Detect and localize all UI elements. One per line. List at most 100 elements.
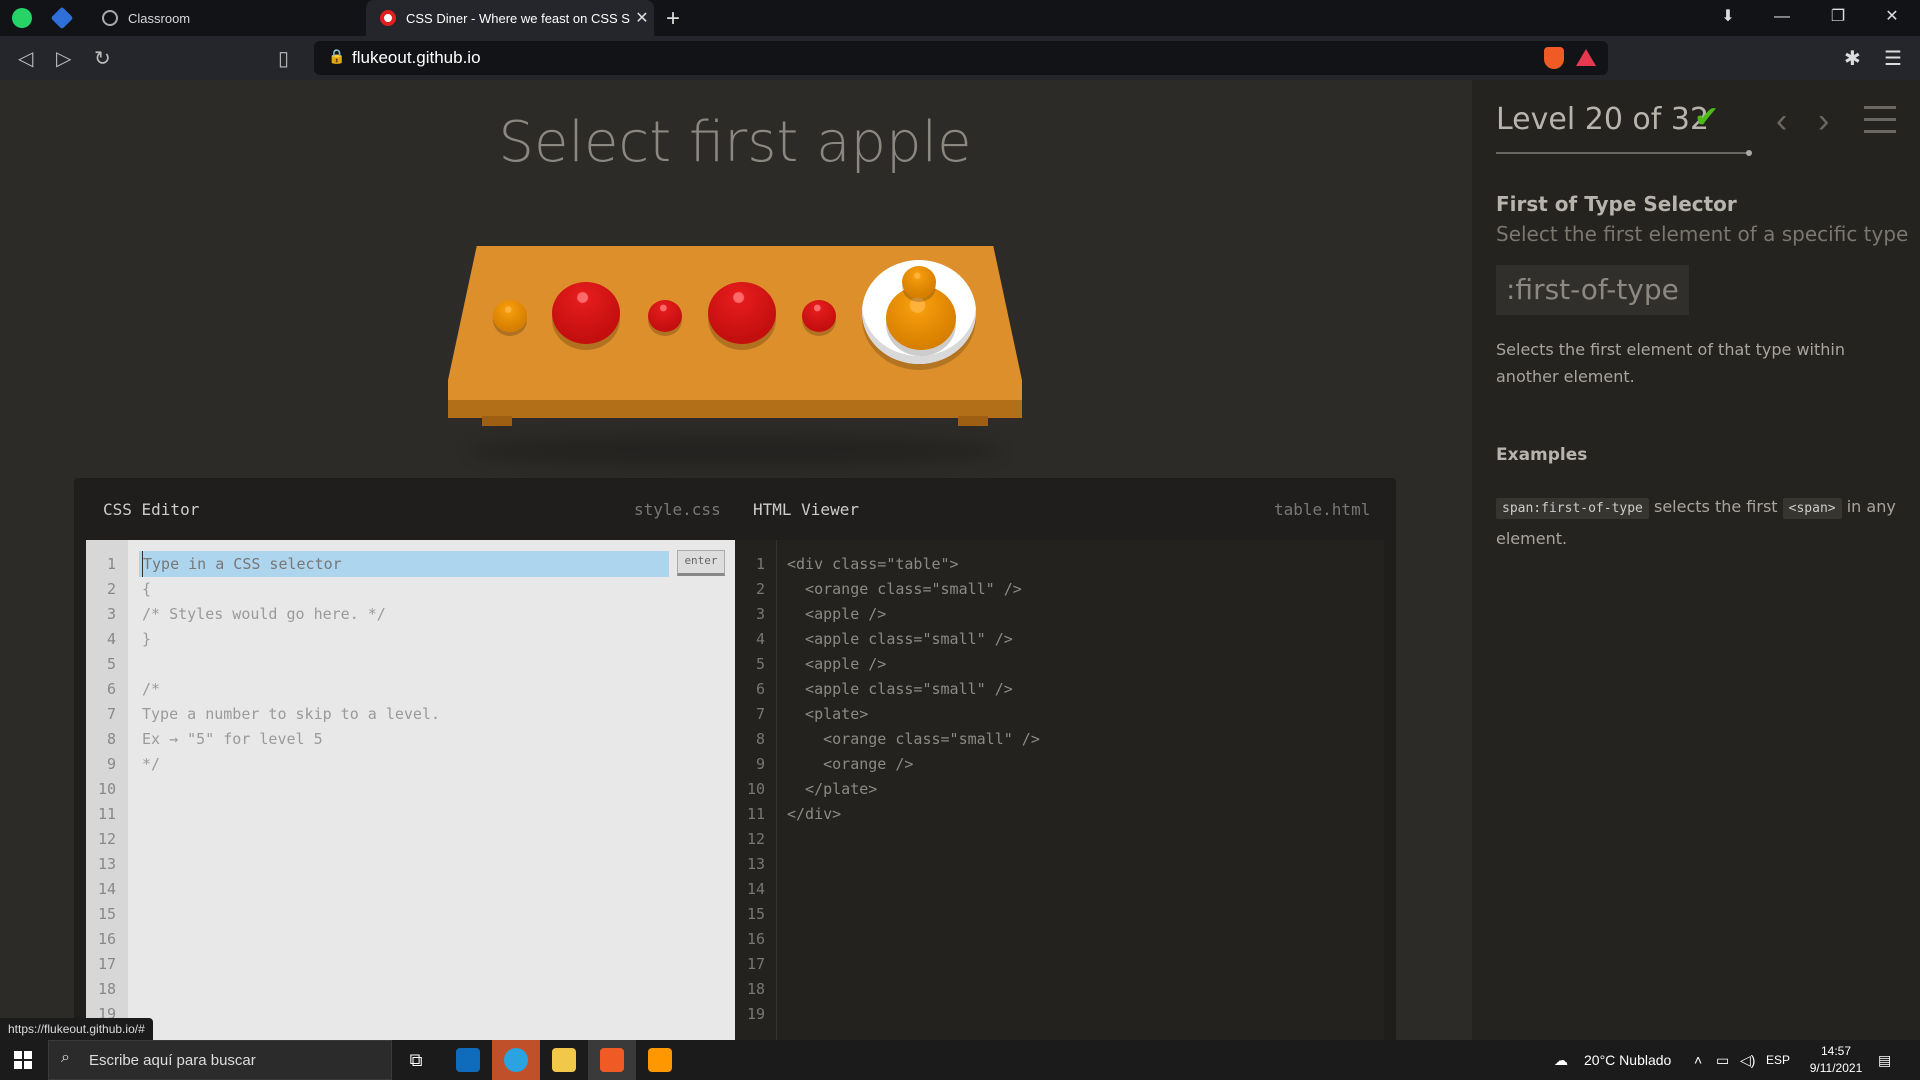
apple-small-item[interactable] <box>802 300 836 332</box>
notifications-icon[interactable]: ▤ <box>1878 1052 1891 1069</box>
back-icon[interactable]: ◁ <box>18 46 33 71</box>
new-tab-button[interactable]: + <box>666 5 680 33</box>
telegram-tile <box>504 1048 528 1072</box>
line-number: 9 <box>755 755 765 773</box>
line-number: 10 <box>746 780 765 798</box>
orange-small-item[interactable] <box>493 300 527 332</box>
browser-nav-bar: ◁ ▷ ↻ ▯ 🔒 flukeout.github.io ✱ ☰ <box>0 36 1920 80</box>
apple-small-item[interactable] <box>648 300 682 332</box>
html-line[interactable]: <div class="table"> <box>787 555 959 573</box>
volume-icon[interactable]: ◁) <box>1740 1052 1755 1069</box>
close-tab-icon[interactable]: ✕ <box>630 8 654 28</box>
css-diner-icon <box>380 10 396 26</box>
whatsapp-icon[interactable] <box>12 8 32 28</box>
css-selector-input[interactable] <box>142 551 668 577</box>
tab-search-icon[interactable]: ⬇ <box>1700 0 1756 36</box>
taskbar-search[interactable]: ⌕ Escribe aquí para buscar <box>48 1040 392 1080</box>
editor-panel: CSS Editor style.css HTML Viewer table.h… <box>74 478 1396 1040</box>
html-line[interactable]: </div> <box>787 805 841 823</box>
code-line: /* Styles would go here. */ <box>142 605 386 623</box>
brave-shields-icon[interactable] <box>1544 47 1564 69</box>
weather-text[interactable]: 20°C Nublado <box>1584 1052 1671 1068</box>
search-placeholder: Escribe aquí para buscar <box>89 1052 256 1069</box>
line-number: 12 <box>97 830 116 848</box>
html-line[interactable]: </plate> <box>787 780 877 798</box>
html-line[interactable]: <apple class="small" /> <box>787 680 1013 698</box>
level-indicator[interactable]: Level 20 of 32 <box>1496 102 1709 137</box>
lock-icon: 🔒 <box>328 48 346 64</box>
tab-title: Classroom <box>128 10 191 26</box>
code-line: /* <box>142 680 161 698</box>
completed-check-icon: ✔ <box>1694 101 1720 134</box>
examples-heading: Examples <box>1496 445 1588 465</box>
line-number: 6 <box>106 680 116 698</box>
line-number: 10 <box>97 780 116 798</box>
html-viewer-title: HTML Viewer <box>753 500 859 519</box>
battery-icon[interactable]: ▭ <box>1716 1052 1729 1069</box>
language-indicator[interactable]: ESP <box>1766 1053 1790 1067</box>
weather-cloud-icon[interactable]: ☁ <box>1554 1052 1568 1069</box>
html-line[interactable]: <apple class="small" /> <box>787 630 1013 648</box>
enter-button[interactable]: enter <box>677 550 725 576</box>
mail-app-icon[interactable] <box>444 1040 492 1080</box>
brave-browser-icon[interactable] <box>588 1040 636 1080</box>
css-editor-file: style.css <box>634 500 721 519</box>
brave-rewards-icon[interactable] <box>1576 49 1596 66</box>
orange-small-item[interactable] <box>902 266 936 298</box>
bookmark-icon[interactable]: ▯ <box>278 46 289 71</box>
line-number: 13 <box>746 855 765 873</box>
table-shadow <box>468 436 1002 466</box>
html-line[interactable]: <plate> <box>787 705 868 723</box>
next-level-icon[interactable]: › <box>1818 102 1829 141</box>
line-number: 17 <box>746 955 765 973</box>
address-bar[interactable]: 🔒 flukeout.github.io <box>314 41 1608 75</box>
telegram-app-icon[interactable] <box>492 1040 540 1080</box>
previous-level-icon[interactable]: ‹ <box>1776 102 1787 141</box>
search-icon: ⌕ <box>61 1049 70 1066</box>
line-gutter: 1 2 3 4 5 6 7 8 9 10 11 12 13 14 15 16 1… <box>86 540 128 1040</box>
extension-diamond-icon[interactable] <box>50 6 74 30</box>
html-line[interactable]: <apple /> <box>787 655 886 673</box>
line-number: 12 <box>746 830 765 848</box>
table-leg <box>482 416 512 426</box>
reload-icon[interactable]: ↻ <box>94 46 111 71</box>
minimize-button[interactable]: — <box>1754 0 1810 36</box>
html-line[interactable]: <orange class="small" /> <box>787 730 1040 748</box>
sublime-text-icon[interactable] <box>636 1040 684 1080</box>
system-clock[interactable]: 14:57 9/11/2021 <box>1806 1043 1866 1077</box>
html-viewer: 1 2 3 4 5 6 7 8 9 10 11 12 13 14 15 16 1… <box>735 540 1384 1040</box>
line-number: 1 <box>106 555 116 573</box>
apple-item[interactable] <box>552 282 620 344</box>
line-number: 13 <box>97 855 116 873</box>
line-number: 8 <box>755 730 765 748</box>
restore-button[interactable]: ❐ <box>1810 0 1866 36</box>
task-view-icon[interactable]: ⧉ <box>392 1040 440 1080</box>
windows-start-icon[interactable] <box>14 1051 32 1069</box>
address-text[interactable]: flukeout.github.io <box>352 48 481 68</box>
html-line[interactable]: <apple /> <box>787 605 886 623</box>
tab-css-diner[interactable]: CSS Diner - Where we feast on CSS Sele ✕ <box>366 0 654 36</box>
html-line[interactable]: <orange /> <box>787 755 913 773</box>
show-hidden-icons[interactable]: ˄ <box>1694 1052 1702 1068</box>
level-menu-icon[interactable] <box>1864 106 1896 134</box>
line-number: 18 <box>746 980 765 998</box>
line-number: 6 <box>755 680 765 698</box>
html-line[interactable]: <orange class="small" /> <box>787 580 1022 598</box>
example-text: selects the first <box>1653 497 1778 516</box>
code-line: Ex → "5" for level 5 <box>142 730 323 748</box>
time: 14:57 <box>1820 1044 1852 1058</box>
line-number: 15 <box>746 905 765 923</box>
tabletop-edge <box>448 400 1022 418</box>
example-code: span:first-of-type <box>1496 498 1649 519</box>
extensions-icon[interactable]: ✱ <box>1844 46 1861 71</box>
tab-classroom[interactable]: Classroom <box>88 0 358 36</box>
file-explorer-icon[interactable] <box>540 1040 588 1080</box>
line-number: 3 <box>106 605 116 623</box>
close-window-button[interactable]: ✕ <box>1864 0 1920 36</box>
html-viewer-file: table.html <box>1274 500 1371 519</box>
line-number: 16 <box>746 930 765 948</box>
menu-icon[interactable]: ☰ <box>1884 46 1902 71</box>
apple-item[interactable] <box>708 282 776 344</box>
forward-icon[interactable]: ▷ <box>56 46 71 71</box>
date: 9/11/2021 <box>1809 1061 1863 1075</box>
